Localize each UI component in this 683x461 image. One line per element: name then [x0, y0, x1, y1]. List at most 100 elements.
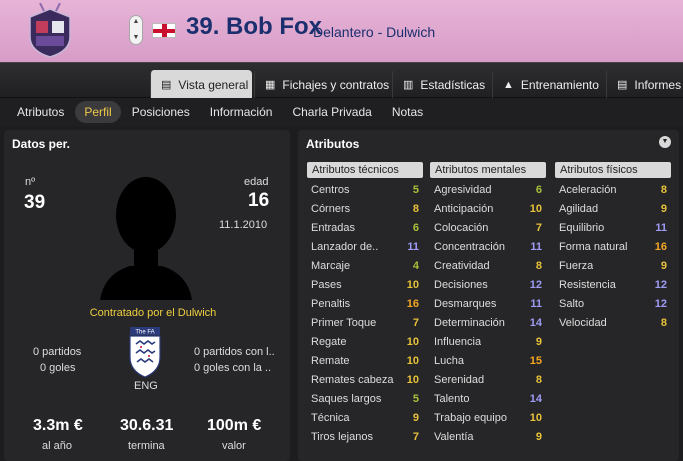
attribute-value: 5 — [412, 183, 419, 196]
subnav-charla-privada[interactable]: Charla Privada — [283, 101, 380, 123]
attribute-value: 8 — [660, 316, 667, 329]
subnav-informacion[interactable]: Información — [201, 101, 282, 123]
attribute-row[interactable]: Forma natural 16 — [555, 237, 671, 256]
tab-estadisticas[interactable]: ▥ Estadísticas — [392, 70, 490, 99]
player-name: 39. Bob Fox — [186, 13, 323, 40]
attribute-value: 10 — [529, 202, 542, 215]
attribute-row[interactable]: Remate 10 — [307, 351, 423, 370]
attribute-name: Creatividad — [434, 259, 490, 272]
subnav-atributos[interactable]: Atributos — [8, 101, 73, 123]
player-position-club[interactable]: Delantero - Dulwich — [313, 24, 435, 40]
attribute-value: 5 — [412, 392, 419, 405]
attribute-row[interactable]: Concentración 11 — [430, 237, 546, 256]
attribute-row[interactable]: Resistencia 12 — [555, 275, 671, 294]
attribute-name: Serenidad — [434, 373, 485, 386]
attribute-row[interactable]: Desmarques 11 — [430, 294, 546, 313]
attribute-row[interactable]: Lucha 15 — [430, 351, 546, 370]
bar-chart-icon: ▥ — [403, 78, 414, 91]
attribute-row[interactable]: Córners 8 — [307, 199, 423, 218]
attribute-row[interactable]: Penaltis 16 — [307, 294, 423, 313]
attribute-name: Córners — [311, 202, 351, 215]
attribute-value: 8 — [535, 259, 542, 272]
attribute-name: Marcaje — [311, 259, 351, 272]
tab-vista-general[interactable]: ▤ Vista general — [150, 70, 252, 99]
subnav-notas[interactable]: Notas — [383, 101, 432, 123]
attribute-row[interactable]: Equilibrio 11 — [555, 218, 671, 237]
attribute-value: 9 — [535, 430, 542, 443]
attribute-row[interactable]: Serenidad 8 — [430, 370, 546, 389]
attribute-row[interactable]: Valentía 9 — [430, 427, 546, 446]
attribute-name: Lanzador de.. — [311, 240, 379, 253]
attribute-name: Aceleración — [559, 183, 617, 196]
attribute-value: 4 — [412, 259, 419, 272]
attribute-value: 11 — [407, 240, 419, 253]
attribute-row[interactable]: Centros 5 — [307, 180, 423, 199]
player-stepper[interactable]: ▲ ▼ — [129, 15, 143, 45]
physical-header: Atributos físicos — [555, 162, 671, 178]
attribute-name: Entradas — [311, 221, 356, 234]
attribute-row[interactable]: Trabajo equipo 10 — [430, 408, 546, 427]
club-goals: 0 goles — [40, 362, 76, 374]
attribute-row[interactable]: Regate 10 — [307, 332, 423, 351]
attribute-row[interactable]: Agresividad 6 — [430, 180, 546, 199]
previous-player-icon[interactable]: ▲ — [133, 18, 140, 26]
attribute-row[interactable]: Entradas 6 — [307, 218, 423, 237]
tab-entrenamiento[interactable]: ▲ Entrenamiento — [492, 70, 604, 99]
attribute-value: 9 — [660, 259, 667, 272]
attribute-name: Regate — [311, 335, 347, 348]
technical-header: Atributos técnicos — [307, 162, 423, 178]
tab-informes[interactable]: ▤ Informes — [606, 70, 683, 99]
tab-fichajes-contratos[interactable]: ▦ Fichajes y contratos — [254, 70, 390, 99]
attribute-value: 16 — [654, 240, 667, 253]
subnav-perfil[interactable]: Perfil — [75, 101, 121, 123]
the-fa-crest-icon[interactable]: The FA — [128, 327, 162, 379]
attribute-row[interactable]: Lanzador de.. 11 — [307, 237, 423, 256]
attribute-row[interactable]: Anticipación 10 — [430, 199, 546, 218]
market-value-label: valor — [222, 440, 246, 452]
attribute-row[interactable]: Salto 12 — [555, 294, 671, 313]
attribute-row[interactable]: Pases 10 — [307, 275, 423, 294]
attribute-value: 7 — [535, 221, 542, 234]
attribute-value: 12 — [529, 278, 542, 291]
attribute-row[interactable]: Talento 14 — [430, 389, 546, 408]
attribute-row[interactable]: Marcaje 4 — [307, 256, 423, 275]
club-crest-icon — [29, 3, 71, 58]
attribute-name: Resistencia — [559, 278, 616, 291]
attribute-row[interactable]: Decisiones 12 — [430, 275, 546, 294]
attribute-row[interactable]: Influencia 9 — [430, 332, 546, 351]
contract-end-value: 30.6.31 — [120, 417, 174, 434]
attribute-row[interactable]: Saques largos 5 — [307, 389, 423, 408]
attribute-row[interactable]: Aceleración 8 — [555, 180, 671, 199]
attribute-row[interactable]: Agilidad 9 — [555, 199, 671, 218]
attribute-value: 11 — [530, 240, 542, 253]
attribute-name: Pases — [311, 278, 342, 291]
attribute-name: Influencia — [434, 335, 482, 348]
attribute-row[interactable]: Creatividad 8 — [430, 256, 546, 275]
attribute-row[interactable]: Remates cabeza 10 — [307, 370, 423, 389]
england-flag-icon — [152, 23, 176, 38]
attribute-name: Agilidad — [559, 202, 599, 215]
attribute-row[interactable]: Determinación 14 — [430, 313, 546, 332]
attribute-value: 14 — [529, 316, 542, 329]
player-header: ▲ ▼ 39. Bob Fox Delantero - Dulwich — [0, 0, 683, 62]
collapse-icon[interactable]: ▼ — [659, 136, 671, 148]
attribute-row[interactable]: Técnica 9 — [307, 408, 423, 427]
attribute-value: 6 — [412, 221, 419, 234]
intl-matches: 0 partidos con l.. — [194, 346, 275, 358]
attribute-row[interactable]: Tiros lejanos 7 — [307, 427, 423, 446]
attribute-name: Concentración — [434, 240, 505, 253]
attribute-value: 9 — [660, 202, 667, 215]
attribute-row[interactable]: Primer Toque 7 — [307, 313, 423, 332]
document-icon: ▦ — [265, 78, 276, 91]
attribute-name: Penaltis — [311, 297, 351, 310]
attribute-row[interactable]: Fuerza 9 — [555, 256, 671, 275]
next-player-icon[interactable]: ▼ — [133, 34, 140, 42]
attribute-name: Equilibrio — [559, 221, 605, 234]
attribute-name: Desmarques — [434, 297, 497, 310]
attribute-name: Saques largos — [311, 392, 382, 405]
subnav-posiciones[interactable]: Posiciones — [123, 101, 199, 123]
attribute-name: Trabajo equipo — [434, 411, 507, 424]
attribute-value: 12 — [654, 278, 667, 291]
attribute-row[interactable]: Velocidad 8 — [555, 313, 671, 332]
attribute-row[interactable]: Colocación 7 — [430, 218, 546, 237]
